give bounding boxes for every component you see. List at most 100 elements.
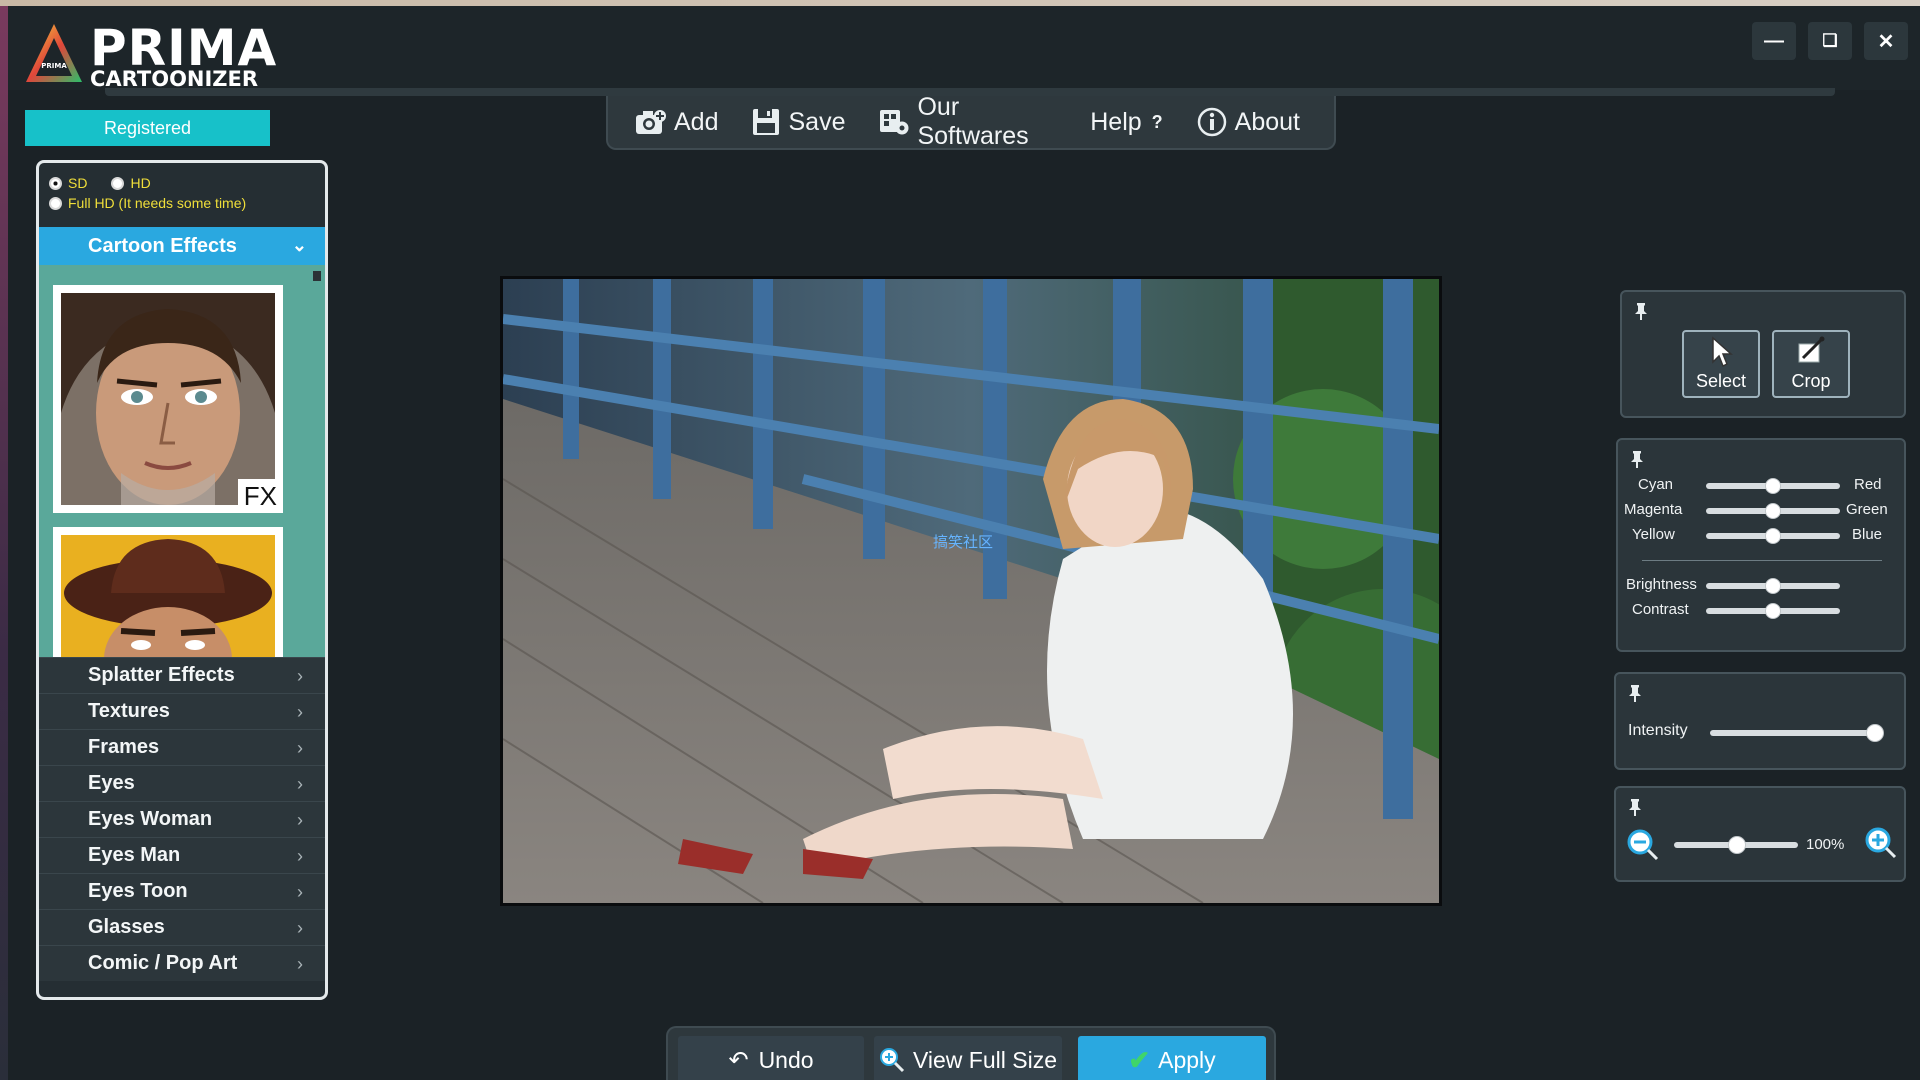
- fullhd-radio[interactable]: [49, 196, 62, 210]
- magenta-green-knob[interactable]: [1765, 503, 1781, 519]
- color-balance-panel: Cyan Red Magenta Green Yellow Blue Brigh…: [1616, 438, 1906, 652]
- undo-label: Undo: [758, 1046, 814, 1073]
- zoom-value: 100%: [1806, 836, 1845, 853]
- category-cartoon-effects[interactable]: Cartoon Effects ⌄: [39, 227, 325, 265]
- intensity-panel: Intensity: [1614, 672, 1906, 770]
- category-eyes[interactable]: Eyes ›: [39, 765, 325, 801]
- brightness-label: Brightness: [1626, 576, 1697, 593]
- chevron-right-icon: ›: [297, 882, 303, 902]
- zoom-panel: 100%: [1614, 786, 1906, 882]
- chevron-right-icon: ›: [297, 666, 303, 686]
- help-button[interactable]: Help ?: [1090, 108, 1162, 137]
- save-button[interactable]: Save: [752, 108, 845, 137]
- help-label: Help: [1090, 107, 1142, 136]
- intensity-knob[interactable]: [1866, 724, 1884, 742]
- effect-thumbnail-1[interactable]: FX: [53, 285, 283, 513]
- restore-button[interactable]: ❏: [1808, 22, 1852, 60]
- chevron-right-icon: ›: [297, 774, 303, 794]
- category-eyes-toon[interactable]: Eyes Toon ›: [39, 873, 325, 909]
- cursor-arrow-icon: [1712, 336, 1733, 368]
- apply-button[interactable]: ✔ Apply: [1078, 1036, 1266, 1080]
- pin-icon[interactable]: [1634, 302, 1648, 320]
- tools-panel: Select Crop: [1620, 290, 1906, 418]
- image-canvas[interactable]: 搞笑社区: [500, 276, 1442, 906]
- cyan-red-knob[interactable]: [1765, 478, 1781, 494]
- minimize-button[interactable]: —: [1752, 22, 1796, 60]
- hd-radio[interactable]: [111, 176, 125, 190]
- category-label: Eyes Man: [88, 844, 181, 866]
- photo-preview: 搞笑社区: [503, 279, 1439, 903]
- select-tool-button[interactable]: Select: [1682, 330, 1760, 398]
- category-label: Glasses: [88, 916, 165, 938]
- photo-watermark: 搞笑社区: [933, 533, 993, 551]
- logo-triangle-icon: PRIMA: [26, 24, 82, 82]
- category-eyes-man[interactable]: Eyes Man ›: [39, 837, 325, 873]
- crop-icon: [1798, 336, 1825, 363]
- crop-tool-button[interactable]: Crop: [1772, 330, 1850, 398]
- camera-add-icon: [634, 108, 666, 136]
- contrast-knob[interactable]: [1765, 603, 1781, 619]
- category-frames[interactable]: Frames ›: [39, 729, 325, 765]
- chevron-right-icon: ›: [297, 738, 303, 758]
- sd-label: SD: [68, 175, 88, 191]
- chevron-right-icon: ›: [297, 918, 303, 938]
- add-button[interactable]: Add: [634, 108, 718, 137]
- effect-thumbnail-2[interactable]: [53, 527, 283, 657]
- our-softwares-label: Our Softwares: [917, 93, 1029, 150]
- category-cartoon-effects-label: Cartoon Effects: [88, 234, 237, 257]
- thumbnails-scrollbar[interactable]: [313, 271, 321, 281]
- floppy-disk-icon: [752, 108, 780, 136]
- restore-icon: ❏: [1822, 31, 1838, 50]
- bottom-action-bar: ↶ Undo View Full Size ✔ Apply: [666, 1026, 1276, 1080]
- effects-category-list: Splatter Effects › Textures › Frames › Eyes…: [39, 657, 325, 981]
- add-label: Add: [674, 107, 719, 136]
- hd-label: HD: [130, 175, 151, 191]
- green-label: Green: [1846, 501, 1888, 518]
- chevron-right-icon: ›: [297, 846, 303, 866]
- registered-badge: Registered: [25, 110, 270, 146]
- category-label: Comic / Pop Art: [88, 952, 238, 974]
- category-label: Eyes: [88, 772, 135, 794]
- save-label: Save: [788, 107, 846, 136]
- category-eyes-woman[interactable]: Eyes Woman ›: [39, 801, 325, 837]
- intensity-slider[interactable]: [1710, 730, 1882, 736]
- chevron-right-icon: ›: [297, 810, 303, 830]
- category-label: Frames: [88, 736, 160, 758]
- close-button[interactable]: ✕: [1864, 22, 1908, 60]
- sd-radio[interactable]: [49, 176, 62, 190]
- title-bar: PRIMA PRIMA CARTOONIZER — ❏ ✕: [8, 6, 1920, 90]
- category-label: Eyes Toon: [88, 880, 188, 902]
- about-label: About: [1234, 107, 1300, 136]
- main-menu: Add Save Our Softwares Help ? About: [606, 93, 1336, 151]
- pin-icon[interactable]: [1628, 798, 1642, 816]
- view-full-size-button[interactable]: View Full Size: [874, 1036, 1062, 1080]
- chevron-right-icon: ›: [297, 954, 303, 974]
- zoom-knob[interactable]: [1728, 836, 1746, 854]
- brightness-knob[interactable]: [1765, 578, 1781, 594]
- pin-icon[interactable]: [1628, 684, 1642, 702]
- category-label: Textures: [88, 700, 170, 722]
- blue-label: Blue: [1852, 526, 1883, 543]
- logo-badge-text: PRIMA: [41, 62, 67, 70]
- select-label: Select: [1695, 371, 1747, 391]
- category-splatter-effects[interactable]: Splatter Effects ›: [39, 657, 325, 693]
- logo-subtitle: CARTOONIZER: [90, 67, 259, 91]
- category-glasses[interactable]: Glasses ›: [39, 909, 325, 945]
- zoom-in-icon[interactable]: [1864, 826, 1898, 860]
- category-comic-pop-art[interactable]: Comic / Pop Art ›: [39, 945, 325, 981]
- info-icon: [1197, 107, 1227, 137]
- chevron-right-icon: ›: [297, 702, 303, 722]
- help-question-icon: ?: [1151, 111, 1163, 132]
- chevron-down-icon: ⌄: [291, 235, 307, 255]
- our-softwares-button[interactable]: Our Softwares: [879, 93, 1056, 151]
- pin-icon[interactable]: [1630, 450, 1644, 468]
- zoom-out-icon[interactable]: [1626, 828, 1660, 862]
- yellow-blue-knob[interactable]: [1765, 528, 1781, 544]
- yellow-label: Yellow: [1632, 526, 1675, 543]
- quality-options: SD HD Full HD (It needs some time): [39, 163, 325, 213]
- category-textures[interactable]: Textures ›: [39, 693, 325, 729]
- minimize-icon: —: [1764, 29, 1784, 52]
- undo-button[interactable]: ↶ Undo: [678, 1036, 864, 1080]
- about-button[interactable]: About: [1197, 107, 1300, 137]
- magenta-label: Magenta: [1624, 501, 1683, 518]
